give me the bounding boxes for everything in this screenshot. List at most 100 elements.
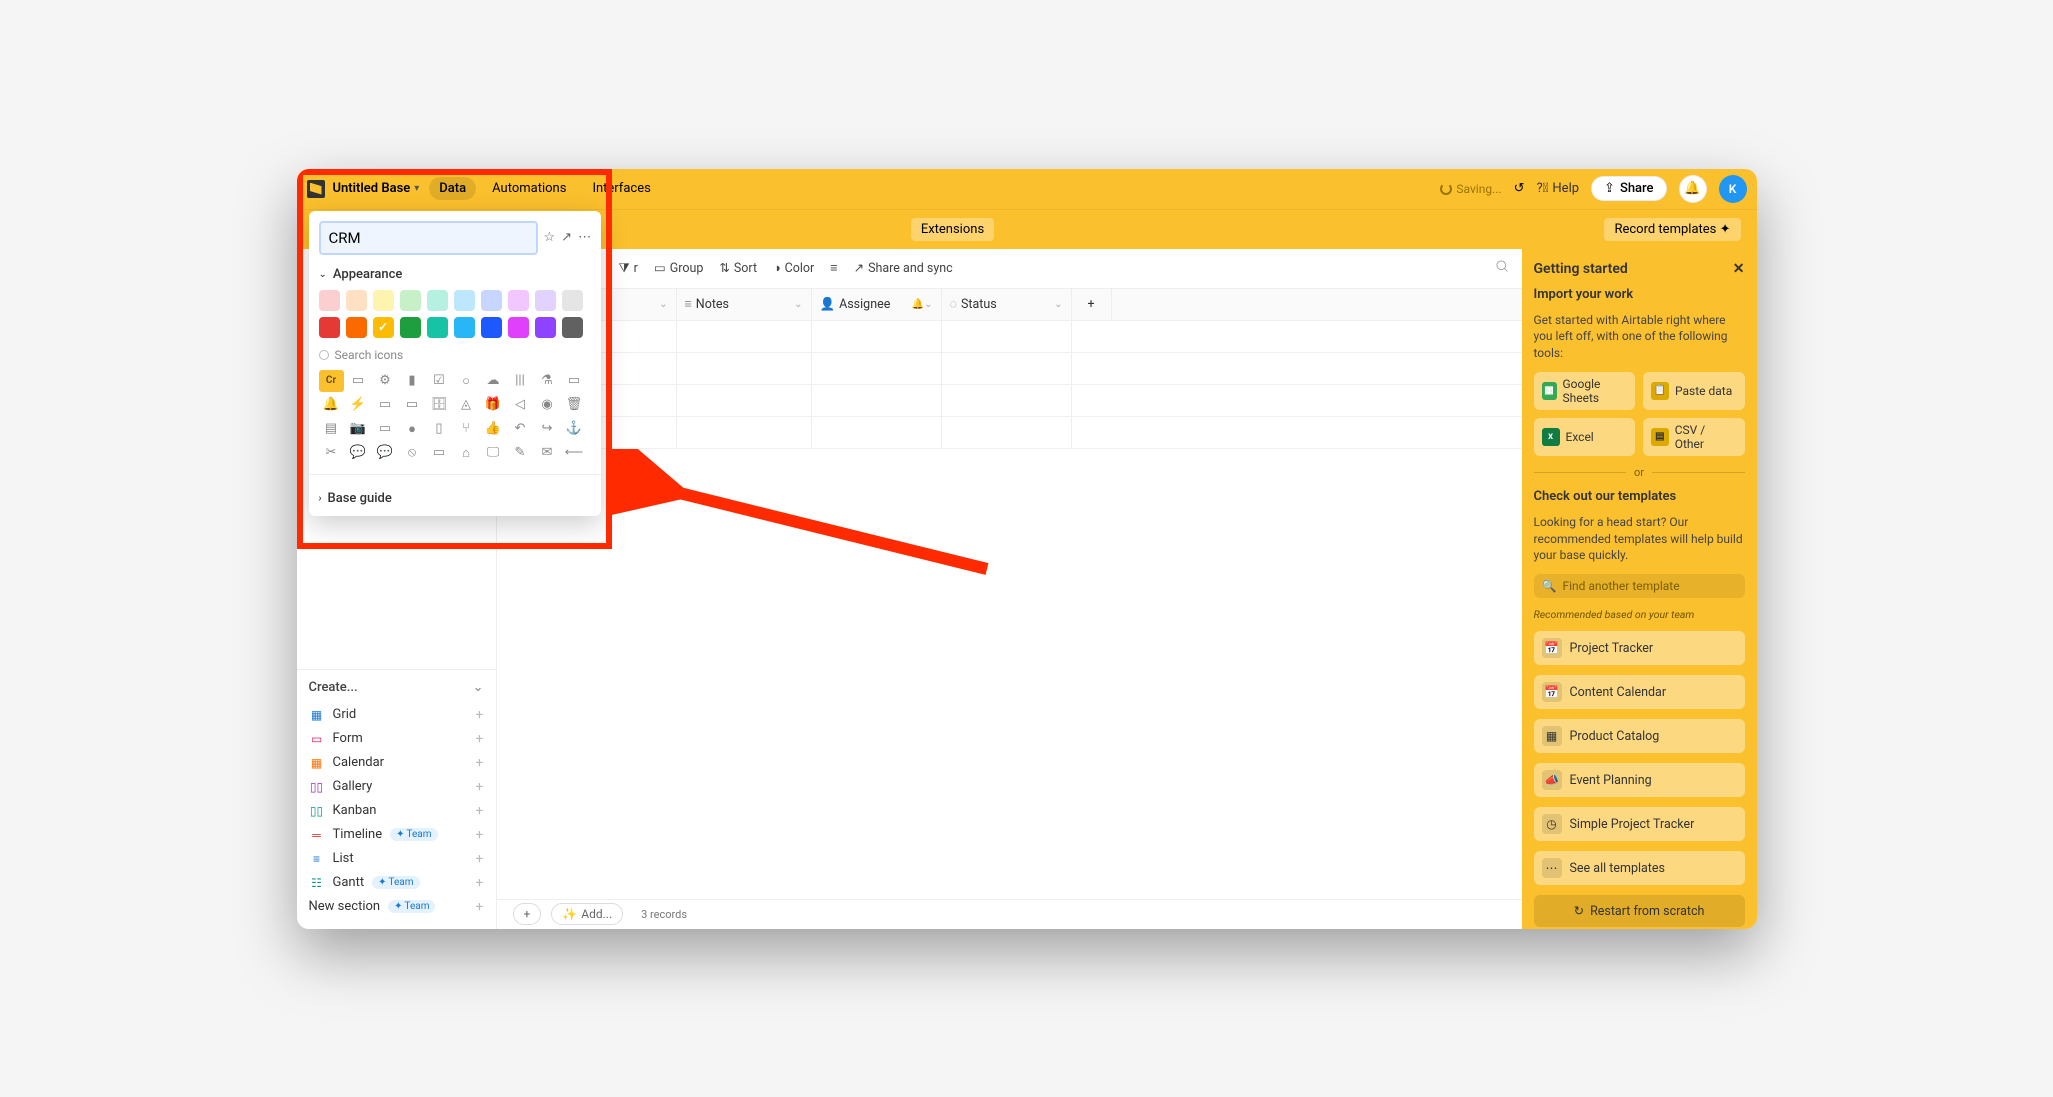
import-paste-data[interactable]: 📋Paste data (1643, 372, 1745, 410)
close-icon[interactable]: ✕ (1733, 261, 1745, 277)
color-swatch[interactable] (535, 317, 556, 338)
icon-option[interactable]: ⚙ (373, 370, 398, 392)
add-with-ai-button[interactable]: ✨ Add... (551, 903, 623, 925)
icon-option[interactable]: ▯ (427, 418, 452, 440)
tab-data[interactable]: Data (429, 177, 476, 200)
create-gallery[interactable]: ▯▯Gallery+ (309, 775, 484, 799)
template-event-planning[interactable]: 📣Event Planning (1534, 763, 1745, 797)
color-swatch[interactable] (373, 317, 394, 338)
import-excel[interactable]: xExcel (1534, 418, 1636, 456)
icon-option[interactable]: ▭ (346, 370, 371, 392)
group-button[interactable]: ▭Group (654, 260, 703, 276)
icon-option[interactable]: 🖵 (481, 442, 506, 464)
add-row-button[interactable]: + (513, 903, 542, 925)
template-product-catalog[interactable]: ▦Product Catalog (1534, 719, 1745, 753)
history-icon[interactable]: ↺ (1514, 181, 1525, 196)
icon-option[interactable]: ☁ (481, 370, 506, 392)
column-header-notes[interactable]: ≡Notes⌄ (677, 289, 812, 320)
create-list[interactable]: ≡List+ (309, 847, 484, 871)
color-swatch[interactable] (319, 290, 340, 311)
icon-option[interactable]: ⑂ (454, 418, 479, 440)
avatar[interactable]: K (1719, 175, 1747, 203)
add-column-button[interactable]: + (1072, 289, 1112, 320)
create-grid[interactable]: ▦Grid+ (309, 703, 484, 727)
icon-option[interactable]: ▭ (373, 394, 398, 416)
icon-option[interactable]: ▭ (427, 442, 452, 464)
icon-option[interactable]: ⚡ (346, 394, 371, 416)
color-swatch[interactable] (346, 290, 367, 311)
appearance-header[interactable]: ⌄Appearance (319, 267, 591, 282)
share-sync-button[interactable]: ↗Share and sync (854, 260, 953, 276)
color-swatch[interactable] (562, 290, 583, 311)
template-project-tracker[interactable]: 📅Project Tracker (1534, 631, 1745, 665)
icon-option[interactable]: ↶ (508, 418, 533, 440)
table-row[interactable]: 1 (497, 321, 1522, 353)
star-icon[interactable]: ☆ (544, 227, 556, 249)
share-button[interactable]: ⇪Share (1591, 176, 1666, 201)
icon-option[interactable]: ✂ (319, 442, 344, 464)
record-templates-button[interactable]: Record templates ✦ (1604, 218, 1740, 241)
icon-option[interactable]: 🔔 (319, 394, 344, 416)
create-gantt[interactable]: ☷Gantt✦ Team+ (309, 871, 484, 895)
table-row[interactable]: 3 (497, 385, 1522, 417)
color-swatch[interactable] (319, 317, 340, 338)
icon-option[interactable]: ▤ (319, 418, 344, 440)
create-header[interactable]: Create...⌄ (309, 680, 484, 695)
icon-option[interactable]: ◁ (508, 394, 533, 416)
template-search[interactable]: 🔍Find another template (1534, 574, 1745, 598)
icon-option[interactable]: ✉ (535, 442, 560, 464)
icon-option[interactable]: ◬ (454, 394, 479, 416)
search-button[interactable] (1495, 259, 1510, 278)
extensions-button[interactable]: Extensions (911, 218, 994, 241)
base-guide-header[interactable]: ›Base guide (319, 481, 591, 506)
help-link[interactable]: ?⃝Help (1536, 181, 1579, 196)
sort-button[interactable]: ⇅Sort (719, 260, 757, 276)
icon-option[interactable]: ▭ (562, 370, 587, 392)
icon-option[interactable]: 💬 (346, 442, 371, 464)
base-name[interactable]: Untitled Base (333, 181, 411, 196)
create-section[interactable]: New section✦ Team+ (309, 895, 484, 919)
color-button[interactable]: ◑Color (773, 261, 814, 276)
icon-option[interactable]: ◉ (535, 394, 560, 416)
filter-button[interactable]: ⧩r (619, 261, 638, 276)
create-kanban[interactable]: ▯▯Kanban+ (309, 799, 484, 823)
column-header-assignee[interactable]: 👤Assignee🔔⌄ (812, 289, 942, 320)
icon-search[interactable]: Search icons (319, 348, 591, 362)
color-swatch[interactable] (481, 317, 502, 338)
color-swatch[interactable] (508, 290, 529, 311)
icon-option[interactable]: ▭ (373, 418, 398, 440)
add-row[interactable]: + (497, 417, 1522, 449)
import-google-sheets[interactable]: ▦Google Sheets (1534, 372, 1636, 410)
color-swatch[interactable] (427, 317, 448, 338)
restart-button[interactable]: ↻Restart from scratch (1534, 895, 1745, 927)
table-row[interactable]: 2 (497, 353, 1522, 385)
base-name-input[interactable] (319, 221, 538, 255)
icon-option[interactable]: ⟵ (562, 442, 587, 464)
icon-option[interactable]: ⚗ (535, 370, 560, 392)
icon-option[interactable]: ○ (454, 370, 479, 392)
create-form[interactable]: ▭Form+ (309, 727, 484, 751)
more-icon[interactable]: ⋯ (578, 227, 591, 249)
template-content-calendar[interactable]: 📅Content Calendar (1534, 675, 1745, 709)
tab-automations[interactable]: Automations (482, 177, 576, 200)
icon-option[interactable]: ▮ (400, 370, 425, 392)
icon-option[interactable]: ☑ (427, 370, 452, 392)
row-height-button[interactable]: ≡ (830, 261, 837, 276)
icon-option[interactable]: ▭ (400, 394, 425, 416)
see-all-templates[interactable]: ⋯See all templates (1534, 851, 1745, 885)
icon-option[interactable]: 🗄 (427, 394, 452, 416)
icon-option[interactable]: ||| (508, 370, 533, 392)
create-calendar[interactable]: ▦Calendar+ (309, 751, 484, 775)
color-swatch[interactable] (400, 317, 421, 338)
color-swatch[interactable] (454, 290, 475, 311)
icon-option[interactable]: ✎ (508, 442, 533, 464)
chevron-down-icon[interactable]: ▾ (414, 183, 419, 194)
tab-interfaces[interactable]: Interfaces (582, 177, 660, 200)
icon-option[interactable]: ⚓ (562, 418, 587, 440)
icon-option[interactable]: 🗑 (562, 394, 587, 416)
open-icon[interactable]: ↗ (561, 227, 572, 249)
color-swatch[interactable] (454, 317, 475, 338)
color-swatch[interactable] (535, 290, 556, 311)
icon-option[interactable]: 🎁 (481, 394, 506, 416)
icon-option[interactable]: ⦸ (400, 442, 425, 464)
